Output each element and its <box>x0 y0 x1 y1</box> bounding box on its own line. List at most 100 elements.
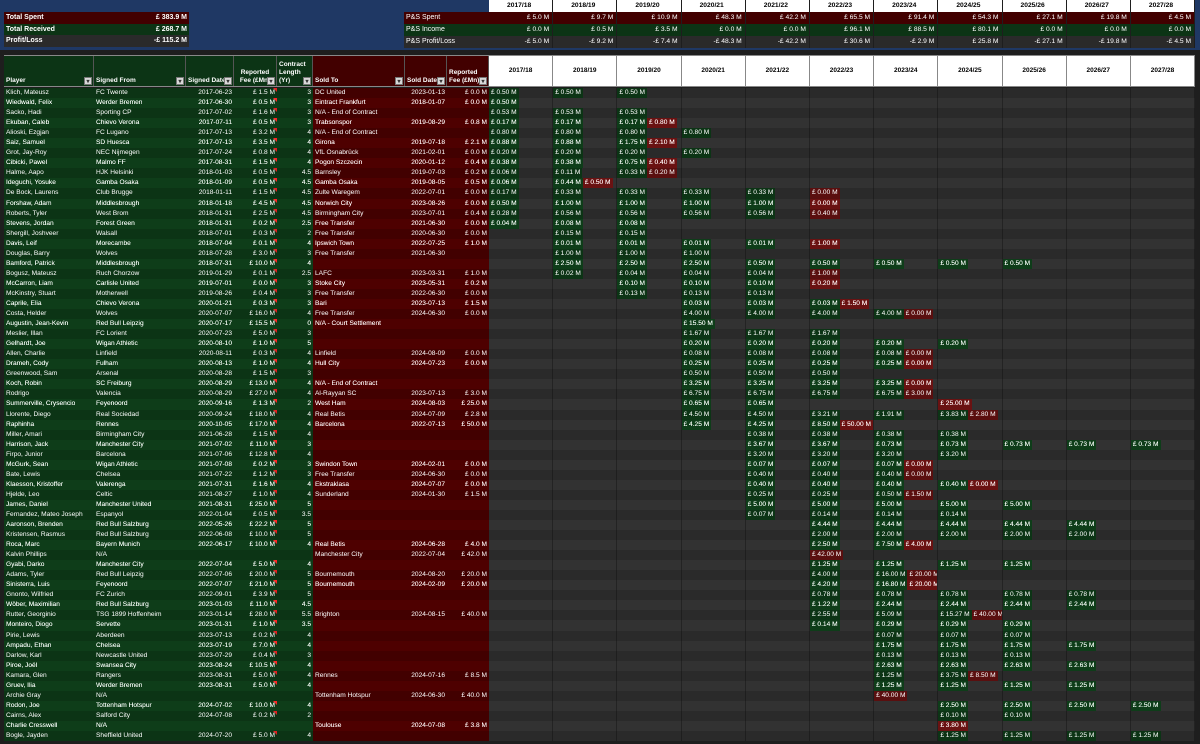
table-row[interactable]: Aaronson, Brenden Red Bull Salzburg 2022-0… <box>4 520 1196 531</box>
signed-from: Club Brugge <box>94 188 186 199</box>
table-row[interactable]: Fernandez, Mateo Joseph Espanyol 2022-01-0… <box>4 509 1196 521</box>
table-row[interactable]: Drameh, Cody Fulham 2020-08-13 £ 1.0 M 4 Hull… <box>4 359 1196 370</box>
table-row[interactable]: Rodrigo Valencia 2020-08-29 £ 27.0 M 4 Al-Ray… <box>4 389 1196 400</box>
table-row[interactable]: Ekuban, Caleb Chievo Verona 2017-07-11 £ 0.… <box>4 118 1196 129</box>
filter-dropdown-icon[interactable]: ▾ <box>303 77 311 85</box>
table-row[interactable]: Sacko, Hadi Sporting CP 2017-07-02 £ 1.6 M3… <box>4 108 1196 119</box>
table-row[interactable]: Douglas, Barry Wolves 2018-07-28 £ 3.0 M 3 Fr… <box>4 248 1196 259</box>
table-row[interactable]: Bate, Lewis Chelsea 2021-07-22 £ 1.2 M 3 Free… <box>4 469 1196 480</box>
table-row[interactable]: Cibicki, Pawel Malmo FF 2017-08-31 £ 1.5 M4… <box>4 158 1196 169</box>
table-row[interactable]: Pirie, Lewis Aberdeen 2023-07-13 £ 0.2 M 4 £ … <box>4 630 1196 641</box>
table-row[interactable]: McGurk, Sean Wigan Athletic 2021-07-08 £ 0.… <box>4 459 1196 470</box>
table-row[interactable]: Monteiro, Diogo Servette 2023-01-31 £ 1.0 M… <box>4 620 1196 631</box>
amortisation-value: £ 0.02 M <box>553 268 583 279</box>
table-row[interactable]: Archie Gray N/A Tottenham Hotspur 2024-06-3… <box>4 690 1196 701</box>
table-row[interactable]: Costa, Helder Wolves 2020-07-07 £ 16.0 M 4 Fr… <box>4 309 1196 320</box>
signed-from: West Brom <box>94 208 186 219</box>
amortisation-cell <box>553 610 618 621</box>
filter-dropdown-icon[interactable]: ▾ <box>437 77 445 85</box>
table-row[interactable]: James, Daniel Manchester United 2021-08-31… <box>4 499 1196 510</box>
table-row[interactable]: McCarron, Liam Carlisle United 2019-07-01 £… <box>4 278 1196 289</box>
table-row[interactable]: Charlie Cresswell N/A Toulouse 2024-07-08 £ … <box>4 720 1196 731</box>
table-row[interactable]: Darlow, Karl Newcastle United 2023-07-29 £ … <box>4 650 1196 661</box>
header-sold-date[interactable]: Sold Date ▾ <box>405 56 447 86</box>
amortisation-cell: £ 0.17 M £ 0.80 M <box>617 118 682 129</box>
table-row[interactable]: Rutter, Georginio TSG 1899 Hoffenheim 2023… <box>4 610 1196 621</box>
table-row[interactable]: Ideguchi, Yosuke Gamba Osaka 2018-01-09 £ 0… <box>4 178 1196 189</box>
table-row[interactable]: Kalvin Phillips N/A Manchester City 2022-07… <box>4 550 1196 561</box>
amortisation-value: £ 1.25 M <box>1002 680 1033 691</box>
filter-dropdown-icon[interactable]: ▾ <box>479 77 487 85</box>
table-row[interactable]: Roca, Marc Bayern Munich 2022-06-17 £ 10.0 … <box>4 540 1196 551</box>
table-row[interactable]: Piroe, Joël Swansea City 2023-08-24 £ 10.5 … <box>4 660 1196 671</box>
amortisation-cell <box>1066 278 1131 289</box>
table-row[interactable]: Allen, Charlie Linfield 2020-08-11 £ 0.3 M4… <box>4 349 1196 360</box>
filter-dropdown-icon[interactable]: ▾ <box>176 77 184 85</box>
table-row[interactable]: Koch, Robin SC Freiburg 2020-08-29 £ 13.0 M… <box>4 379 1196 390</box>
header-fee-out[interactable]: Reported Fee (£Mn) ▾ <box>447 56 489 86</box>
table-row[interactable]: Bogusz, Mateusz Ruch Chorzow 2019-01-29 £ 0… <box>4 268 1196 279</box>
table-row[interactable]: Davis, Leif Morecambe 2018-07-04 £ 0.1 M 4 Ip… <box>4 238 1196 249</box>
table-row[interactable]: Wiedwald, Felix Werder Bremen 2017-06-30 £ … <box>4 98 1196 109</box>
table-row[interactable]: Shergill, Joshveer Walsall 2018-07-01 £ 0.3… <box>4 228 1196 239</box>
table-row[interactable]: Klich, Mateusz FC Twente 2017-06-23 £ 1.5 M… <box>4 88 1196 99</box>
sold-to: Pogon Szczecin <box>313 158 405 169</box>
table-row[interactable]: Hjelde, Leo Celtic 2021-08-27 £ 1.0 M 4 Sunde… <box>4 489 1196 500</box>
amortisation-cell: £ 3.20 M <box>745 449 810 460</box>
table-row[interactable]: Klaesson, Kristoffer Valerenga 2021-07-31 £… <box>4 479 1196 490</box>
amortisation-cell <box>745 248 810 259</box>
table-row[interactable]: McKinstry, Stuart Motherwell 2019-08-26 £ 0… <box>4 288 1196 299</box>
table-row[interactable]: Stevens, Jordan Forest Green 2018-01-31 £ 0… <box>4 218 1196 229</box>
table-row[interactable]: Meslier, Illan FC Lorient 2020-07-23 £ 5.0 … <box>4 329 1196 340</box>
table-row[interactable]: Bogle, Jayden Sheffield United 2024-07-20 £… <box>4 731 1196 742</box>
filter-dropdown-icon[interactable]: ▾ <box>84 77 92 85</box>
signed-from: FC Twente <box>94 88 186 99</box>
table-row[interactable]: Llorente, Diego Real Sociedad 2020-09-24 £ … <box>4 409 1196 420</box>
table-row[interactable]: Roberts, Tyler West Brom 2018-01-31 £ 2.5 M… <box>4 208 1196 219</box>
table-row[interactable]: Gelhardt, Joe Wigan Athletic 2020-08-10 £ 1… <box>4 339 1196 350</box>
table-row[interactable]: Augustin, Jean-Kevin Red Bull Leipzig 2020… <box>4 319 1196 330</box>
amortisation-value: £ 1.67 M <box>681 329 712 340</box>
table-row[interactable]: Grot, Jay-Roy NEC Nijmegen 2017-07-24 £ 0.8… <box>4 148 1196 159</box>
table-row[interactable]: Adams, Tyler Red Bull Leipzig 2022-07-06 £ … <box>4 570 1196 581</box>
table-row[interactable]: Greenwood, Sam Arsenal 2020-08-28 £ 1.5 M 3 £… <box>4 369 1196 380</box>
table-row[interactable]: Kamara, Glen Rangers 2023-08-31 £ 5.0 M 4 Ren… <box>4 670 1196 681</box>
table-row[interactable]: Wöber, Maximilian Red Bull Salzburg 2023-0… <box>4 600 1196 611</box>
table-row[interactable]: Saiz, Samuel SD Huesca 2017-07-13 £ 3.5 M4G… <box>4 138 1196 149</box>
table-row[interactable]: Halme, Aapo HJK Helsinki 2018-01-03 £ 0.5 M… <box>4 168 1196 179</box>
header-sold-to[interactable]: Sold To ▾ <box>313 56 405 86</box>
table-row[interactable]: Bamford, Patrick Middlesbrough 2018-07-31 £… <box>4 258 1196 269</box>
sold-to <box>313 700 405 711</box>
table-row[interactable]: Sinisterra, Luis Feyenoord 2022-07-07 £ 21.… <box>4 580 1196 591</box>
header-player[interactable]: Player ▾ <box>4 56 94 86</box>
table-row[interactable]: Cairns, Alex Salford City 2024-07-08 £ 0.2 … <box>4 710 1196 721</box>
table-row[interactable]: Kristensen, Rasmus Red Bull Salzburg 2022-… <box>4 530 1196 541</box>
table-row[interactable]: Rodon, Joe Tottenham Hotspur 2024-07-02 £ 1… <box>4 700 1196 711</box>
table-row[interactable]: Miller, Amari Birmingham City 2021-06-28 £ … <box>4 429 1196 440</box>
amortisation-value: £ 0.56 M <box>745 208 776 219</box>
table-row[interactable]: Raphinha Rennes 2020-10-05 £ 17.0 M 4 Barcelo… <box>4 419 1196 430</box>
amortisation-value: £ 3.67 M <box>745 439 776 450</box>
amortisation-cell <box>617 449 682 460</box>
table-row[interactable]: Ampadu, Ethan Chelsea 2023-07-19 £ 7.0 M 4 £ … <box>4 640 1196 651</box>
filter-dropdown-icon[interactable]: ▾ <box>267 77 275 85</box>
filter-dropdown-icon[interactable]: ▾ <box>224 77 232 85</box>
table-row[interactable]: Alioski, Ezgjan FC Lugano 2017-07-13 £ 3.2 … <box>4 128 1196 139</box>
table-row[interactable]: Firpo, Junior Barcelona 2021-07-06 £ 12.8 M… <box>4 449 1196 460</box>
table-row[interactable]: Harrison, Jack Manchester City 2021-07-02 £… <box>4 439 1196 450</box>
filter-dropdown-icon[interactable]: ▾ <box>395 77 403 85</box>
header-signed-from[interactable]: Signed From ▾ <box>94 56 186 86</box>
header-contract-length[interactable]: Contract Length (Yr) ▾ <box>277 56 313 86</box>
table-row[interactable]: Gnonto, Wilfried FC Zurich 2022-09-01 £ 3.9… <box>4 590 1196 601</box>
signed-from: Carlisle United <box>94 278 186 289</box>
table-row[interactable]: Gyabi, Darko Manchester City 2022-07-04 £ 5… <box>4 560 1196 571</box>
header-fee-in[interactable]: Reported Fee (£Mn) ▾ <box>234 56 277 86</box>
table-row[interactable]: Gruev, Ilia Werder Bremen 2023-08-31 £ 5.0 … <box>4 680 1196 691</box>
header-signed-date[interactable]: Signed Date ▾ <box>186 56 234 86</box>
table-row[interactable]: De Bock, Laurens Club Brugge 2018-01-11 £ 1… <box>4 188 1196 199</box>
table-row[interactable]: Forshaw, Adam Middlesbrough 2018-01-18 £ 4.… <box>4 198 1196 209</box>
table-row[interactable]: Caprile, Elia Chievo Verona 2020-01-21 £ 0.… <box>4 298 1196 310</box>
amortisation-cell: £ 0.15 M <box>553 228 618 239</box>
table-row[interactable]: Summerville, Crysencio Feyenoord 2020-09-1… <box>4 399 1196 410</box>
pnl-income-cell: £ 88.5 M <box>874 24 939 36</box>
